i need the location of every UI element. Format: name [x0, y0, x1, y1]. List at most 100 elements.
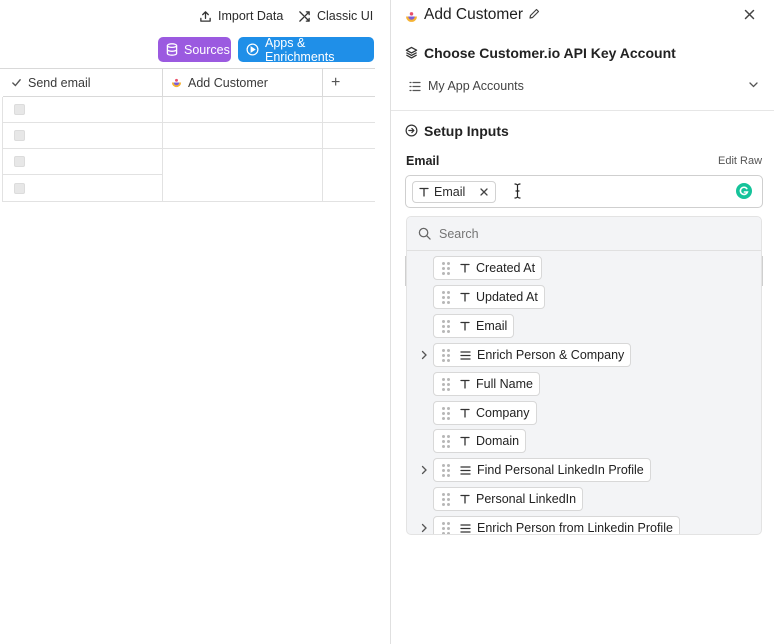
import-data-button[interactable]: Import Data	[199, 6, 283, 26]
drag-handle-icon[interactable]	[442, 492, 450, 506]
table-cell[interactable]	[323, 97, 375, 123]
search-icon	[418, 227, 431, 240]
table-cell[interactable]	[3, 175, 163, 202]
column-option[interactable]: Company	[433, 401, 537, 425]
text-cursor-icon	[514, 183, 521, 199]
side-panel: Add Customer Choose Customer.io API Key …	[390, 0, 774, 644]
drag-handle-icon[interactable]	[442, 434, 450, 448]
grammarly-icon[interactable]	[736, 183, 752, 199]
column-header-add-customer[interactable]: Add Customer	[163, 69, 323, 97]
panel-title: Add Customer	[424, 6, 524, 23]
table-cell[interactable]	[163, 97, 323, 123]
account-select[interactable]: My App Accounts	[409, 75, 761, 97]
drag-handle-icon[interactable]	[442, 377, 450, 391]
close-icon[interactable]	[744, 9, 755, 20]
drag-handle-icon[interactable]	[442, 406, 450, 420]
column-option[interactable]: Find Personal LinkedIn Profile	[433, 458, 651, 482]
table-cell[interactable]	[163, 123, 323, 149]
list-type-icon	[460, 523, 471, 533]
column-option-label: Enrich Person & Company	[477, 348, 625, 362]
column-option[interactable]: Domain	[433, 429, 527, 453]
column-option-label: Domain	[476, 434, 520, 448]
column-option[interactable]: Updated At	[433, 285, 545, 309]
upload-icon	[199, 10, 212, 23]
section-title-account: Choose Customer.io API Key Account	[424, 45, 676, 61]
chevron-down-icon	[749, 82, 758, 88]
column-option-label: Company	[476, 406, 530, 420]
column-option[interactable]: Full Name	[433, 372, 540, 396]
table-cell[interactable]	[163, 149, 323, 202]
row-checkbox[interactable]	[14, 156, 25, 167]
column-header-send-email[interactable]: Send email	[3, 69, 163, 97]
table-cell[interactable]	[323, 123, 375, 149]
column-option-label: Email	[476, 319, 508, 333]
text-type-icon	[419, 187, 429, 197]
sources-label: Sources	[184, 42, 230, 57]
drag-handle-icon[interactable]	[442, 261, 450, 275]
text-type-icon	[460, 436, 470, 446]
drag-handle-icon[interactable]	[442, 463, 450, 477]
column-option[interactable]: Enrich Person from Linkedin Profile	[433, 516, 680, 535]
edit-raw-link[interactable]: Edit Raw	[718, 155, 762, 167]
column-option-label: Personal LinkedIn	[476, 492, 577, 506]
sources-button[interactable]: Sources	[158, 37, 231, 62]
column-option-label: Enrich Person from Linkedin Profile	[477, 521, 673, 535]
add-column-button[interactable]: +	[323, 69, 375, 97]
chevron-right-icon[interactable]	[419, 465, 429, 475]
table-cell[interactable]	[3, 97, 163, 123]
column-header-label: Add Customer	[188, 75, 268, 90]
column-option[interactable]: Email	[433, 314, 515, 338]
chevron-right-icon[interactable]	[419, 523, 429, 533]
check-icon	[11, 77, 22, 88]
classic-ui-button[interactable]: Classic UI	[298, 6, 373, 26]
table-cell[interactable]	[3, 123, 163, 149]
drag-handle-icon[interactable]	[442, 521, 450, 534]
layers-icon	[405, 46, 418, 59]
text-type-icon	[460, 321, 470, 331]
text-type-icon	[460, 263, 470, 273]
column-picker-dropdown: Created At Updated At Email Enrich Person &…	[406, 216, 762, 535]
email-token-chip[interactable]: Email	[412, 181, 496, 203]
apps-enrichments-button[interactable]: Apps & Enrichments	[238, 35, 374, 64]
import-data-label: Import Data	[218, 9, 284, 23]
edit-pencil-icon[interactable]	[528, 8, 540, 20]
column-option-label: Full Name	[476, 377, 533, 391]
column-option[interactable]: Enrich Person & Company	[433, 343, 632, 367]
column-header-label: Send email	[28, 75, 91, 90]
table-area: Import Data Classic UI Sources Apps & En…	[0, 0, 390, 644]
text-type-icon	[460, 292, 470, 302]
database-icon	[166, 43, 178, 56]
row-checkbox[interactable]	[14, 130, 25, 141]
drag-handle-icon[interactable]	[442, 348, 450, 362]
remove-token-icon[interactable]	[480, 188, 488, 196]
drag-handle-icon[interactable]	[442, 319, 450, 333]
section-title-inputs: Setup Inputs	[424, 123, 509, 139]
text-type-icon	[460, 379, 470, 389]
drag-handle-icon[interactable]	[442, 290, 450, 304]
search-input[interactable]	[439, 223, 749, 245]
table-cell[interactable]	[3, 149, 163, 175]
column-option-label: Created At	[476, 261, 536, 275]
list-type-icon	[460, 350, 471, 360]
play-circle-icon	[246, 43, 259, 56]
row-gutter	[0, 97, 3, 202]
section-divider	[391, 110, 774, 111]
email-token-label: Email	[434, 185, 466, 199]
table-cell[interactable]	[323, 149, 375, 202]
email-input[interactable]: Email	[405, 175, 763, 208]
apps-enrichments-label: Apps & Enrichments	[265, 35, 335, 64]
shuffle-icon	[298, 10, 311, 23]
column-option[interactable]: Personal LinkedIn	[433, 487, 584, 511]
row-checkbox[interactable]	[14, 104, 25, 115]
column-option[interactable]: Created At	[433, 256, 543, 280]
chevron-right-icon[interactable]	[419, 350, 429, 360]
customerio-logo-icon	[405, 10, 418, 23]
text-type-icon	[460, 408, 470, 418]
classic-ui-label: Classic UI	[317, 9, 374, 23]
account-select-value: My App Accounts	[428, 79, 524, 93]
column-option-label: Updated At	[476, 290, 538, 304]
list-icon	[409, 81, 421, 92]
customerio-logo-icon	[171, 77, 182, 88]
data-table: Send email Add Customer +	[0, 68, 375, 202]
row-checkbox[interactable]	[14, 183, 25, 194]
